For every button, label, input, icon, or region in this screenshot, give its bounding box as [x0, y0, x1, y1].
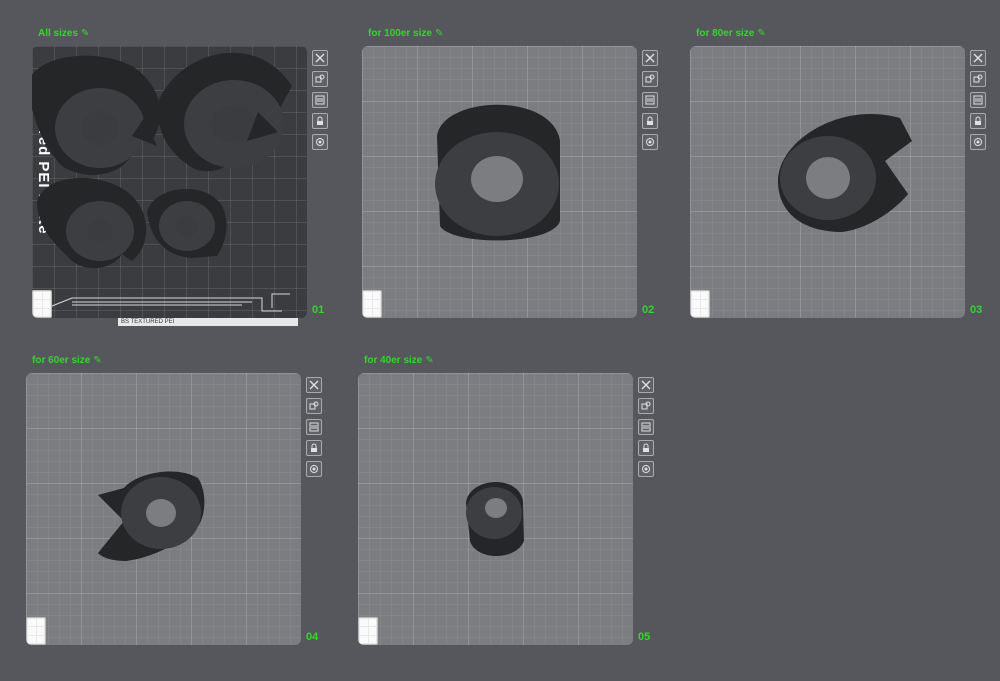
- pencil-icon[interactable]: ✎: [425, 355, 433, 366]
- plate-number: 02: [642, 304, 655, 316]
- lock-icon[interactable]: [638, 440, 654, 456]
- plate-title[interactable]: for 40er size ✎: [364, 355, 434, 366]
- close-icon[interactable]: [970, 50, 986, 66]
- plate-title-text: for 80er size: [696, 28, 755, 39]
- plate-number: 01: [312, 304, 325, 316]
- bed-outline: [51, 293, 290, 312]
- axis-grid-icon: [358, 617, 378, 645]
- orient-icon[interactable]: [970, 134, 986, 150]
- auto-arrange-icon[interactable]: [970, 71, 986, 87]
- orient-icon[interactable]: [306, 461, 322, 477]
- plate-settings-icon[interactable]: [306, 419, 322, 435]
- model-60er[interactable]: [37, 177, 147, 269]
- plate-title-text: for 60er size: [32, 355, 91, 366]
- plate-toolbar: [638, 377, 654, 477]
- model-100er[interactable]: [157, 52, 292, 172]
- model-80er[interactable]: [32, 55, 161, 175]
- plate-title-text: All sizes: [38, 28, 79, 39]
- auto-arrange-icon[interactable]: [312, 71, 328, 87]
- plate-toolbar: [970, 50, 986, 150]
- models-view: [435, 104, 560, 241]
- lock-icon[interactable]: [642, 113, 658, 129]
- close-icon[interactable]: [638, 377, 654, 393]
- axis-grid-icon: [690, 290, 710, 318]
- model-40er[interactable]: [147, 188, 227, 258]
- models-view: [466, 482, 524, 556]
- plate-title-text: for 40er size: [364, 355, 423, 366]
- model-100er[interactable]: [435, 104, 560, 241]
- model-40er[interactable]: [466, 482, 524, 556]
- axis-grid-icon: [32, 290, 52, 318]
- plate-toolbar: [312, 50, 328, 150]
- build-plate[interactable]: [26, 373, 301, 645]
- axis-grid-icon: [26, 617, 46, 645]
- close-icon[interactable]: [312, 50, 328, 66]
- models-view: [98, 471, 205, 561]
- build-plate[interactable]: Textured PEI Plate: [32, 46, 307, 318]
- orient-icon[interactable]: [638, 461, 654, 477]
- plate-title-text: for 100er size: [368, 28, 432, 39]
- plate-number: 03: [970, 304, 983, 316]
- plate-title[interactable]: for 80er size ✎: [696, 28, 766, 39]
- plate-toolbar: [306, 377, 322, 477]
- pencil-icon[interactable]: ✎: [93, 355, 101, 366]
- plate-title[interactable]: for 60er size ✎: [32, 355, 102, 366]
- orient-icon[interactable]: [312, 134, 328, 150]
- plate-settings-icon[interactable]: [642, 92, 658, 108]
- auto-arrange-icon[interactable]: [642, 71, 658, 87]
- auto-arrange-icon[interactable]: [306, 398, 322, 414]
- close-icon[interactable]: [642, 50, 658, 66]
- build-plate[interactable]: [358, 373, 633, 645]
- model-60er[interactable]: [98, 471, 205, 561]
- axis-grid-icon: [362, 290, 382, 318]
- pencil-icon[interactable]: ✎: [757, 28, 765, 39]
- plate-title[interactable]: All sizes ✎: [38, 28, 89, 39]
- lock-icon[interactable]: [312, 113, 328, 129]
- plate-number: 04: [306, 631, 319, 643]
- plate-settings-icon[interactable]: [970, 92, 986, 108]
- models-view: [32, 52, 292, 312]
- build-plate[interactable]: [362, 46, 637, 318]
- plate-toolbar: [642, 50, 658, 150]
- plate-title[interactable]: for 100er size ✎: [368, 28, 443, 39]
- models-view: [778, 113, 912, 232]
- plate-settings-icon[interactable]: [638, 419, 654, 435]
- pencil-icon[interactable]: ✎: [81, 28, 89, 39]
- plate-number: 05: [638, 631, 651, 643]
- auto-arrange-icon[interactable]: [638, 398, 654, 414]
- plate-label-strip: BS TEXTURED PEI: [118, 318, 298, 326]
- build-plate[interactable]: [690, 46, 965, 318]
- lock-icon[interactable]: [306, 440, 322, 456]
- close-icon[interactable]: [306, 377, 322, 393]
- plate-settings-icon[interactable]: [312, 92, 328, 108]
- pencil-icon[interactable]: ✎: [435, 28, 443, 39]
- model-80er[interactable]: [778, 113, 912, 232]
- lock-icon[interactable]: [970, 113, 986, 129]
- orient-icon[interactable]: [642, 134, 658, 150]
